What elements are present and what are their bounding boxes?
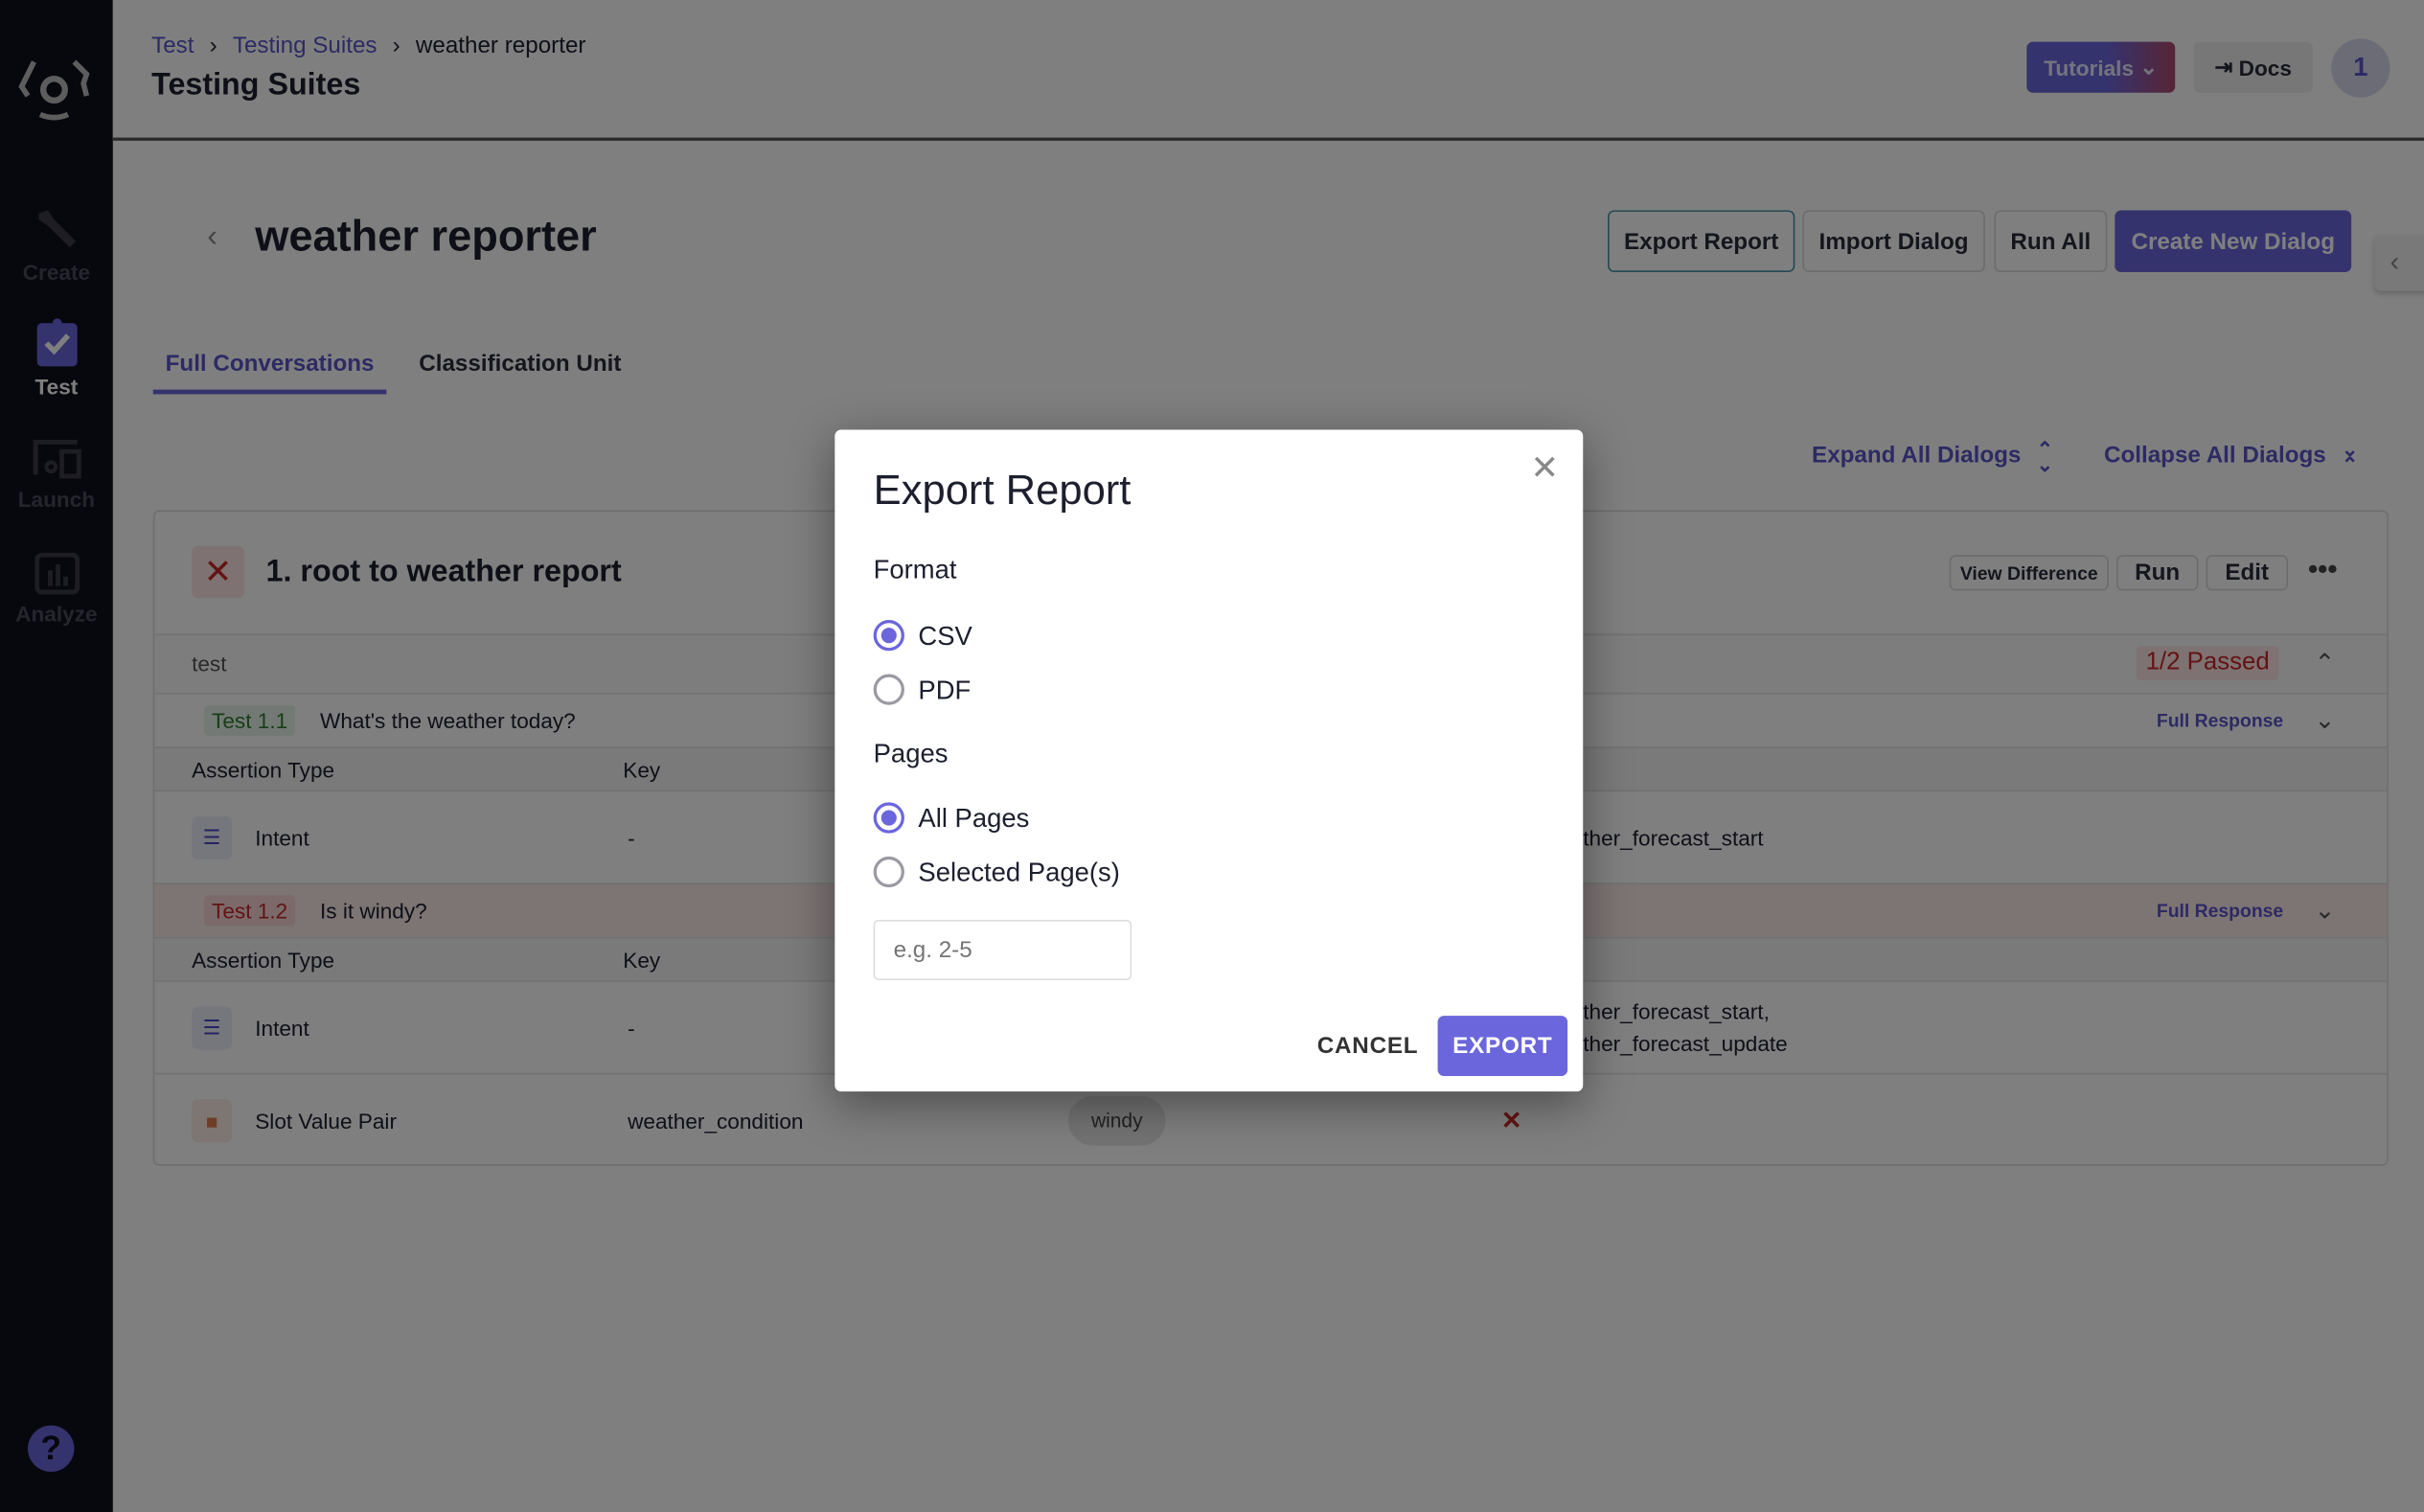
export-button[interactable]: EXPORT bbox=[1437, 1016, 1568, 1077]
pdf-radio[interactable] bbox=[873, 674, 904, 705]
close-icon[interactable]: ✕ bbox=[1530, 448, 1559, 489]
pages-label: Pages bbox=[873, 739, 949, 768]
page-range-input[interactable] bbox=[873, 920, 1132, 980]
csv-radio[interactable] bbox=[873, 620, 904, 652]
export-report-modal: Export Report ✕ Format CSV PDF Pages All… bbox=[835, 429, 1584, 1092]
csv-label[interactable]: CSV bbox=[918, 622, 972, 653]
format-label: Format bbox=[873, 555, 957, 584]
cancel-button[interactable]: CANCEL bbox=[1317, 1033, 1419, 1059]
selected-pages-label[interactable]: Selected Page(s) bbox=[918, 859, 1119, 889]
pdf-label[interactable]: PDF bbox=[918, 676, 971, 706]
modal-title: Export Report bbox=[873, 467, 1132, 514]
selected-pages-radio[interactable] bbox=[873, 856, 904, 888]
all-pages-radio[interactable] bbox=[873, 802, 904, 834]
all-pages-label[interactable]: All Pages bbox=[918, 804, 1029, 835]
